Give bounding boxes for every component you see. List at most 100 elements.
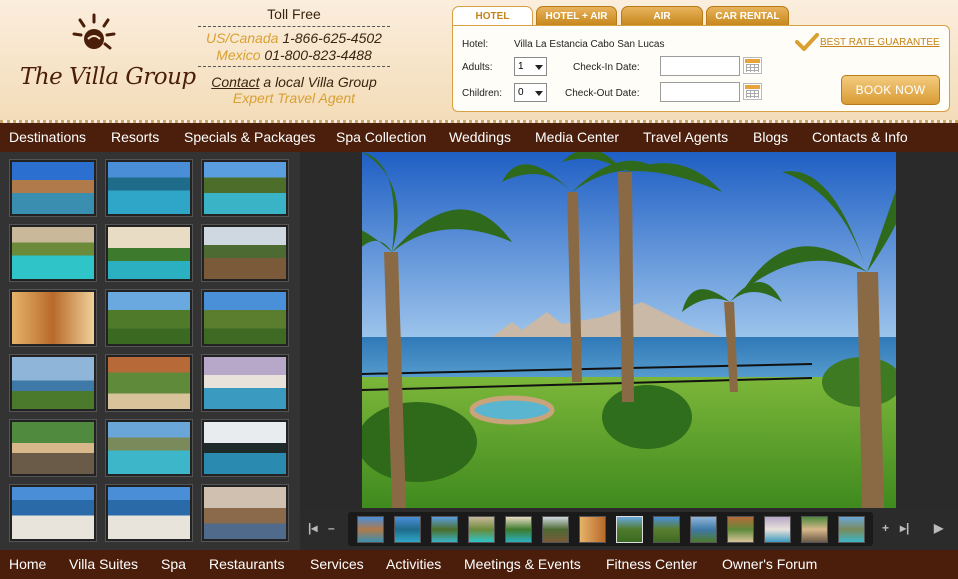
nav-spa[interactable]: Spa: [161, 550, 186, 579]
gallery-thumbnail[interactable]: [10, 290, 96, 346]
sun-logo-icon: [72, 13, 116, 50]
site-header: The Villa Group Toll Free US/Canada 1-86…: [0, 0, 958, 123]
gallery-thumbnail[interactable]: [10, 355, 96, 411]
phone-region: Mexico: [216, 47, 261, 63]
tab-hotel-air[interactable]: HOTEL + AIR: [536, 6, 617, 26]
adults-value: 1: [518, 61, 524, 72]
nav-media-center[interactable]: Media Center: [535, 123, 619, 152]
nav-services[interactable]: Services: [310, 550, 364, 579]
children-value: 0: [518, 87, 524, 98]
tab-air[interactable]: AIR: [621, 6, 703, 26]
hotel-label: Hotel:: [462, 39, 489, 50]
nav-activities[interactable]: Activities: [386, 550, 441, 579]
checkout-label: Check-Out Date:: [565, 88, 640, 99]
filmstrip-thumbnail[interactable]: [505, 516, 532, 543]
phone-lines: US/Canada 1-866-625-4502 Mexico 01-800-8…: [198, 26, 390, 67]
book-now-button[interactable]: BOOK NOW: [841, 75, 940, 105]
contact-line: Contact a local Villa Group: [198, 74, 390, 90]
plus-icon[interactable]: +: [882, 521, 889, 535]
hotel-select[interactable]: Villa La Estancia Cabo San Lucas: [514, 39, 664, 50]
toll-free-block: Toll Free US/Canada 1-866-625-4502 Mexic…: [198, 6, 390, 106]
checkout-date-input[interactable]: [660, 82, 740, 102]
nav-villa-suites[interactable]: Villa Suites: [69, 550, 138, 579]
chevron-down-icon: [535, 91, 543, 96]
filmstrip: [348, 512, 873, 546]
nav-meetings-events[interactable]: Meetings & Events: [464, 550, 581, 579]
filmstrip-thumbnail[interactable]: [764, 516, 791, 543]
last-icon[interactable]: ▸|: [900, 521, 909, 535]
nav-travel-agents[interactable]: Travel Agents: [643, 123, 728, 152]
adults-label: Adults:: [462, 62, 493, 73]
checkin-label: Check-In Date:: [573, 62, 640, 73]
contact-text: a local Villa Group: [259, 74, 377, 90]
gallery-thumbnail[interactable]: [10, 160, 96, 216]
children-select[interactable]: 0: [514, 83, 547, 102]
filmstrip-thumbnail[interactable]: [801, 516, 828, 543]
gallery-thumbnail[interactable]: [106, 290, 192, 346]
play-icon[interactable]: ▶: [934, 521, 943, 535]
villa-group-logo[interactable]: The Villa Group: [18, 12, 196, 108]
children-label: Children:: [462, 88, 503, 99]
tab-car-rental[interactable]: CAR RENTAL: [706, 6, 789, 26]
gallery-thumbnail[interactable]: [10, 485, 96, 541]
calendar-icon[interactable]: [743, 57, 762, 74]
gallery-thumbnail[interactable]: [202, 420, 288, 476]
nav-contacts-info[interactable]: Contacts & Info: [812, 123, 908, 152]
filmstrip-thumbnail[interactable]: [727, 516, 754, 543]
main-nav: Destinations Resorts Specials & Packages…: [0, 123, 958, 152]
nav-destinations[interactable]: Destinations: [9, 123, 86, 152]
checkin-date-input[interactable]: [660, 56, 740, 76]
phone-mexico: Mexico 01-800-823-4488: [198, 47, 390, 64]
nav-spa-collection[interactable]: Spa Collection: [336, 123, 426, 152]
toll-free-title: Toll Free: [267, 6, 321, 22]
phone-us-canada: US/Canada 1-866-625-4502: [198, 30, 390, 47]
gallery-thumbnail[interactable]: [106, 225, 192, 281]
gallery-thumbnail[interactable]: [106, 355, 192, 411]
resort-photo-image: [362, 152, 896, 508]
gallery-thumbnail[interactable]: [106, 485, 192, 541]
filmstrip-thumbnail[interactable]: [838, 516, 865, 543]
best-rate-guarantee-link[interactable]: BEST RATE GUARANTEE: [820, 37, 940, 48]
nav-restaurants[interactable]: Restaurants: [209, 550, 284, 579]
filmstrip-thumbnail[interactable]: [357, 516, 384, 543]
gallery-thumbnail[interactable]: [10, 225, 96, 281]
phone-number: 01-800-823-4488: [264, 47, 372, 63]
gallery-thumbnail[interactable]: [10, 420, 96, 476]
main-gallery-photo[interactable]: [362, 152, 896, 508]
nav-fitness-center[interactable]: Fitness Center: [606, 550, 697, 579]
adults-select[interactable]: 1: [514, 57, 547, 76]
secondary-nav: Home Villa Suites Spa Restaurants Servic…: [0, 550, 958, 579]
minus-icon[interactable]: –: [328, 521, 335, 535]
checkmark-icon: [795, 33, 819, 51]
filmstrip-thumbnail-selected[interactable]: [616, 516, 643, 543]
tab-hotel[interactable]: HOTEL: [452, 6, 533, 27]
calendar-icon[interactable]: [743, 83, 762, 100]
filmstrip-thumbnail[interactable]: [542, 516, 569, 543]
nav-home[interactable]: Home: [9, 550, 46, 579]
gallery-thumbnail[interactable]: [202, 225, 288, 281]
filmstrip-thumbnail[interactable]: [468, 516, 495, 543]
nav-blogs[interactable]: Blogs: [753, 123, 788, 152]
booking-widget: HOTEL HOTEL + AIR AIR CAR RENTAL Hotel: …: [452, 6, 950, 112]
contact-link[interactable]: Contact: [211, 74, 259, 90]
thumbnail-grid: [0, 152, 300, 550]
nav-specials-packages[interactable]: Specials & Packages: [184, 123, 316, 152]
first-icon[interactable]: |◂: [308, 521, 317, 535]
gallery-thumbnail[interactable]: [106, 420, 192, 476]
nav-owners-forum[interactable]: Owner's Forum: [722, 550, 817, 579]
filmstrip-thumbnail[interactable]: [579, 516, 606, 543]
gallery-thumbnail[interactable]: [202, 355, 288, 411]
filmstrip-thumbnail[interactable]: [690, 516, 717, 543]
nav-resorts[interactable]: Resorts: [111, 123, 159, 152]
gallery-thumbnail[interactable]: [202, 160, 288, 216]
nav-weddings[interactable]: Weddings: [449, 123, 511, 152]
gallery-thumbnail[interactable]: [202, 485, 288, 541]
filmstrip-thumbnail[interactable]: [653, 516, 680, 543]
gallery-thumbnail[interactable]: [202, 290, 288, 346]
phone-number: 1-866-625-4502: [282, 30, 382, 46]
phone-region: US/Canada: [206, 30, 279, 46]
gallery-thumbnail[interactable]: [106, 160, 192, 216]
filmstrip-thumbnail[interactable]: [431, 516, 458, 543]
filmstrip-thumbnail[interactable]: [394, 516, 421, 543]
filmstrip-bar: |◂ – + ▸| ▶: [300, 508, 958, 550]
